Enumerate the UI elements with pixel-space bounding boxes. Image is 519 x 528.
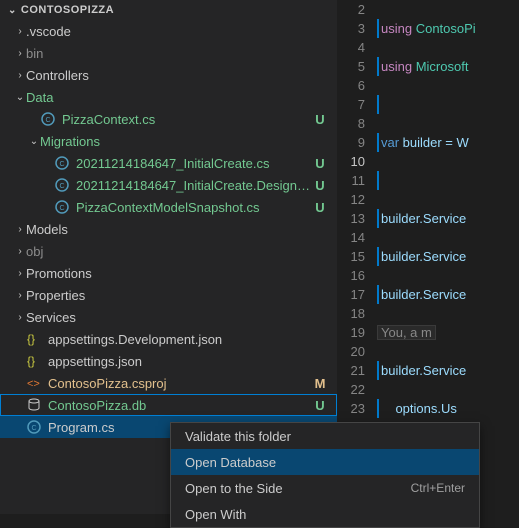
folder-controllers[interactable]: › Controllers [0,64,337,86]
xml-icon: <> [26,375,42,391]
file-appsettings[interactable]: › {} appsettings.json [0,350,337,372]
csharp-icon: C [54,155,70,171]
svg-text:C: C [45,117,50,124]
json-icon: {} [26,331,42,347]
chevron-right-icon: › [14,48,26,59]
chevron-right-icon: › [14,268,26,279]
folder-properties[interactable]: › Properties [0,284,337,306]
file-csproj[interactable]: › <> ContosoPizza.csproj M [0,372,337,394]
chevron-right-icon: › [14,246,26,257]
context-menu: Validate this folder Open Database Open … [170,422,480,528]
csharp-icon: C [54,199,70,215]
file-db[interactable]: › ContosoPizza.db U [0,394,337,416]
menu-open-to-side[interactable]: Open to the Side Ctrl+Enter [171,475,479,501]
chevron-right-icon: › [14,70,26,81]
chevron-right-icon: › [14,312,26,323]
json-icon: {} [26,353,42,369]
chevron-right-icon: › [14,26,26,37]
chevron-down-icon: ⌄ [8,5,17,16]
svg-text:<>: <> [27,378,40,390]
chevron-right-icon: › [14,224,26,235]
svg-text:C: C [59,183,64,190]
folder-promotions[interactable]: › Promotions [0,262,337,284]
csharp-icon: C [26,419,42,435]
menu-validate-folder[interactable]: Validate this folder [171,423,479,449]
menu-open-with[interactable]: Open With [171,501,479,527]
chevron-right-icon: › [14,290,26,301]
menu-open-database[interactable]: Open Database [171,449,479,475]
folder-obj[interactable]: › obj [0,240,337,262]
folder-bin[interactable]: › bin [0,42,337,64]
svg-text:{}: {} [27,332,35,346]
chevron-down-icon: ⌄ [28,136,40,147]
svg-text:C: C [59,161,64,168]
folder-services[interactable]: › Services [0,306,337,328]
file-pizzacontext[interactable]: › C PizzaContext.cs U [0,108,337,130]
file-initialcreate-designer[interactable]: › C 20211214184647_InitialCreate.Designe… [0,174,337,196]
folder-data[interactable]: ⌄ Data [0,86,337,108]
file-snapshot[interactable]: › C PizzaContextModelSnapshot.cs U [0,196,337,218]
csharp-icon: C [54,177,70,193]
database-icon [26,397,42,413]
file-appsettings-dev[interactable]: › {} appsettings.Development.json [0,328,337,350]
folder-migrations[interactable]: ⌄ Migrations [0,130,337,152]
csharp-icon: C [40,111,56,127]
svg-text:C: C [59,205,64,212]
folder-vscode[interactable]: › .vscode [0,20,337,42]
svg-text:C: C [31,425,36,432]
project-name: CONTOSOPIZZA [21,4,114,16]
project-header[interactable]: ⌄ CONTOSOPIZZA [0,0,337,20]
chevron-down-icon: ⌄ [14,92,26,103]
svg-text:{}: {} [27,354,35,368]
keybinding: Ctrl+Enter [411,481,465,495]
file-initialcreate[interactable]: › C 20211214184647_InitialCreate.cs U [0,152,337,174]
folder-models[interactable]: › Models [0,218,337,240]
